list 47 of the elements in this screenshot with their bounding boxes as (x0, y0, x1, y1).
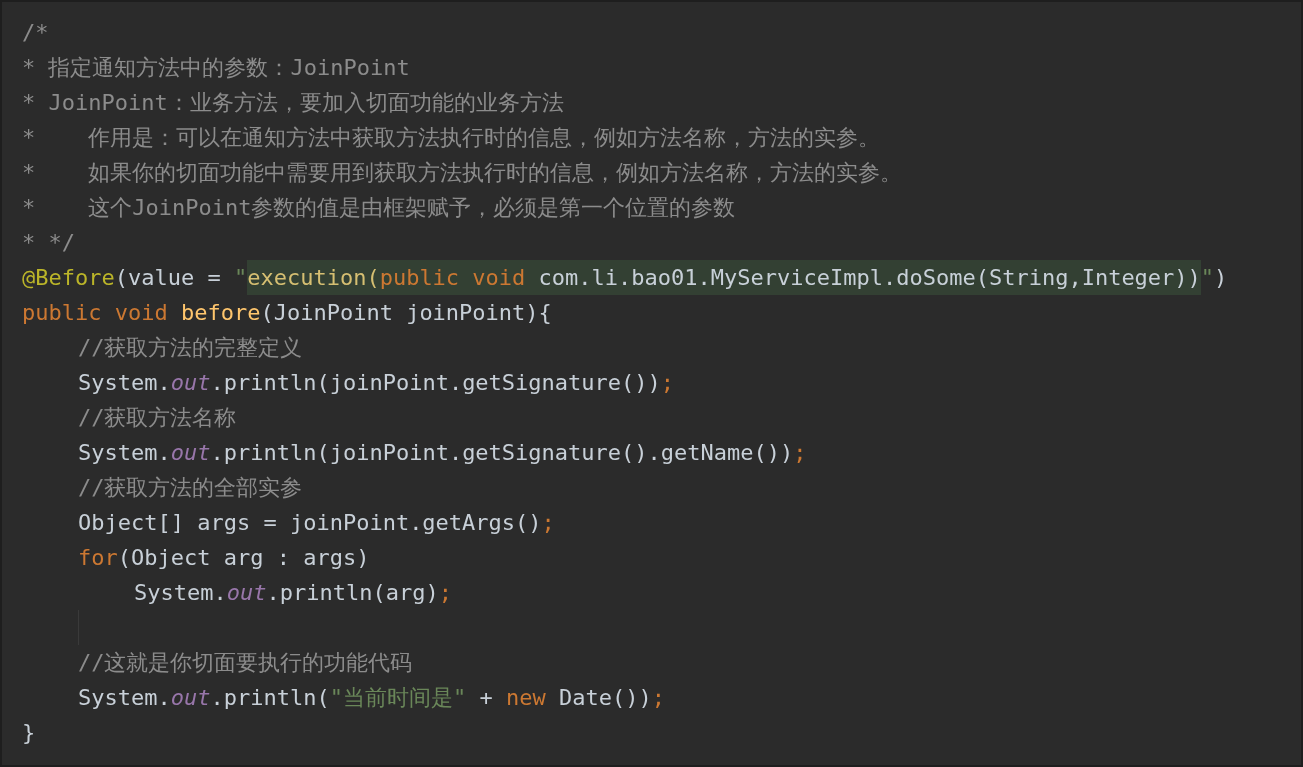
code-text: + (478, 684, 494, 712)
semicolon-text: ; (438, 579, 452, 607)
comment-text: * 如果你的切面功能中需要用到获取方法执行时的信息，例如方法名称，方法的实参。 (22, 159, 903, 187)
keyword-text: for (78, 544, 118, 572)
code-text: (value = (114, 264, 222, 292)
code-text: System. (78, 369, 171, 397)
method-name: before (180, 299, 261, 327)
keyword-text: public void (22, 299, 169, 327)
code-text: Object[] args = joinPoint.getArgs() (78, 509, 542, 537)
code-text: ) (1214, 264, 1228, 292)
code-text: System. (78, 439, 171, 467)
semicolon-text: ; (660, 369, 675, 397)
semicolon-text: ; (651, 684, 665, 712)
field-name: out (170, 369, 211, 397)
code-text: System. (78, 684, 171, 712)
code-text: .println( (210, 684, 330, 712)
code-text: System. (134, 579, 227, 607)
code-text: .println(joinPoint.getSignature().getName()) (210, 439, 794, 467)
comment-text: //获取方法名称 (78, 404, 237, 432)
semicolon-text: ; (793, 439, 807, 467)
field-name: out (170, 439, 211, 467)
pointcut-keyword: public void (379, 260, 539, 295)
field-name: out (226, 579, 267, 607)
code-text: (JoinPoint joinPoint){ (260, 299, 552, 327)
code-text: (Object arg : args) (117, 544, 370, 572)
semicolon-text: ; (541, 509, 555, 537)
comment-text: * 这个JoinPoint参数的值是由框架赋予，必须是第一个位置的参数 (22, 194, 736, 222)
comment-text: /* (22, 19, 49, 47)
pointcut-text: com.li.bao01.MyServiceImpl.doSome(String,Integer)) (538, 260, 1201, 295)
comment-text: * 指定通知方法中的参数：JoinPoint (22, 54, 410, 82)
comment-text: //获取方法的完整定义 (78, 334, 303, 362)
comment-text: //这就是你切面要执行的功能代码 (78, 649, 413, 677)
comment-text: //获取方法的全部实参 (78, 474, 303, 502)
field-name: out (170, 684, 211, 712)
keyword-text: new (505, 684, 547, 712)
string-text: "当前时间是" (329, 684, 467, 712)
code-text: Date()) (558, 684, 652, 712)
string-text: " (233, 264, 248, 292)
comment-text: * JoinPoint：业务方法，要加入切面功能的业务方法 (22, 89, 564, 117)
pointcut-text: execution( (247, 260, 380, 295)
annotation-text: @Before (22, 264, 115, 292)
code-text: .println(joinPoint.getSignature()) (210, 369, 661, 397)
code-text: } (22, 719, 36, 747)
string-text: " (1200, 264, 1215, 292)
code-text: .println(arg) (266, 579, 439, 607)
comment-text: * 作用是：可以在通知方法中获取方法执行时的信息，例如方法名称，方法的实参。 (22, 124, 881, 152)
comment-text: * */ (22, 229, 75, 257)
